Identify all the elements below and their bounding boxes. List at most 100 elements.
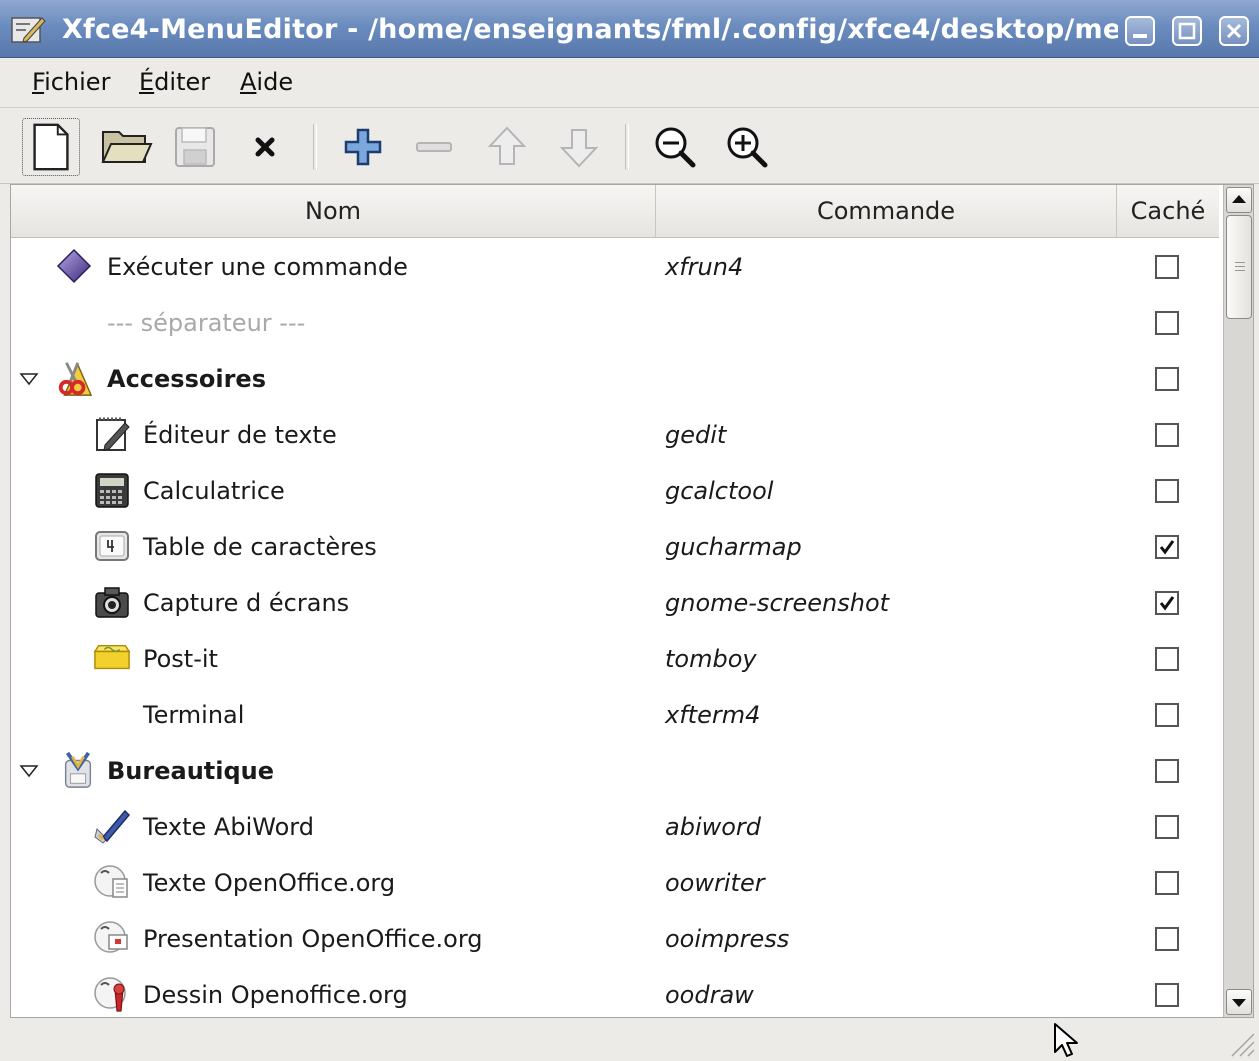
toolbar bbox=[0, 108, 1259, 184]
delete-icon bbox=[255, 137, 275, 157]
expander-triangle-icon[interactable] bbox=[19, 761, 39, 781]
hidden-checkbox[interactable] bbox=[1155, 983, 1179, 1007]
entry-name: Calculatrice bbox=[143, 477, 285, 505]
menu-help[interactable]: Aide bbox=[240, 68, 293, 96]
hidden-checkbox[interactable] bbox=[1155, 927, 1179, 951]
save-button[interactable] bbox=[166, 118, 224, 176]
hidden-checkbox[interactable] bbox=[1155, 815, 1179, 839]
remove-icon bbox=[416, 142, 452, 152]
title-bar[interactable]: Xfce4-MenuEditor - /home/enseignants/fml… bbox=[0, 0, 1259, 58]
entry-name: Texte OpenOffice.org bbox=[143, 869, 396, 897]
entry-command: oodraw bbox=[665, 981, 754, 1009]
office-icon bbox=[64, 751, 92, 788]
tree-row[interactable]: Texte OpenOffice.org oowriter bbox=[11, 855, 1219, 911]
tree-row[interactable]: Texte AbiWord abiword bbox=[11, 799, 1219, 855]
scrollbar-thumb[interactable] bbox=[1226, 215, 1252, 319]
scroll-down-button[interactable] bbox=[1226, 989, 1252, 1015]
hidden-checkbox[interactable] bbox=[1155, 311, 1179, 335]
thumb-grip bbox=[1235, 270, 1245, 271]
tree-row[interactable]: Presentation OpenOffice.org ooimpress bbox=[11, 911, 1219, 967]
tree-row[interactable]: Calculatrice gcalctool bbox=[11, 463, 1219, 519]
tree-rows: Exécuter une commande xfrun4 --- séparat… bbox=[11, 239, 1219, 1017]
text-editor-icon bbox=[96, 417, 130, 451]
new-document-icon bbox=[33, 123, 69, 171]
tree-row[interactable]: Exécuter une commande xfrun4 bbox=[11, 239, 1219, 295]
delete-button[interactable] bbox=[236, 118, 294, 176]
hidden-checkbox[interactable] bbox=[1155, 367, 1179, 391]
hidden-checkbox[interactable] bbox=[1155, 759, 1179, 783]
tree-row[interactable]: Dessin Openoffice.org oodraw bbox=[11, 967, 1219, 1017]
hidden-checkbox[interactable] bbox=[1155, 255, 1179, 279]
entry-name: Capture d écrans bbox=[143, 589, 350, 617]
move-down-button[interactable] bbox=[550, 118, 608, 176]
toolbar-separator bbox=[313, 124, 317, 170]
entry-name: Éditeur de texte bbox=[143, 421, 337, 449]
category-name: Bureautique bbox=[107, 757, 275, 785]
entry-name: Presentation OpenOffice.org bbox=[143, 925, 483, 953]
move-up-icon bbox=[487, 126, 527, 165]
tree-row[interactable]: Capture d écrans gnome-screenshot bbox=[11, 575, 1219, 631]
tree-row[interactable]: Bureautique bbox=[11, 743, 1219, 799]
tree-row[interactable]: --- séparateur --- bbox=[11, 295, 1219, 351]
run-command-icon bbox=[56, 248, 92, 284]
oowriter-icon bbox=[94, 865, 128, 898]
entry-name: Post-it bbox=[143, 645, 218, 673]
sticky-note-icon bbox=[93, 644, 131, 670]
hidden-checkbox[interactable] bbox=[1155, 647, 1179, 671]
column-header-hidden[interactable]: Caché bbox=[1117, 185, 1219, 237]
thumb-grip bbox=[1235, 262, 1245, 263]
vertical-scrollbar[interactable] bbox=[1223, 185, 1253, 1017]
menu-file[interactable]: Fichier bbox=[32, 68, 110, 96]
scroll-up-button[interactable] bbox=[1226, 187, 1252, 213]
checkmark-icon bbox=[1159, 540, 1175, 555]
zoom-in-button[interactable] bbox=[718, 118, 776, 176]
menu-editor-app-icon[interactable] bbox=[10, 12, 46, 46]
entry-command: xfterm4 bbox=[665, 701, 761, 729]
maximize-button[interactable] bbox=[1172, 16, 1202, 46]
add-button[interactable] bbox=[334, 118, 392, 176]
open-button[interactable] bbox=[97, 118, 155, 176]
hidden-checkbox-checked[interactable] bbox=[1155, 535, 1179, 559]
new-button[interactable] bbox=[22, 118, 80, 176]
zoom-out-button[interactable] bbox=[646, 118, 704, 176]
column-header-command[interactable]: Commande bbox=[656, 185, 1117, 237]
hidden-checkbox[interactable] bbox=[1155, 703, 1179, 727]
entry-command: oowriter bbox=[665, 869, 765, 897]
tree-row[interactable]: Post-it tomboy bbox=[11, 631, 1219, 687]
thumb-grip bbox=[1235, 266, 1245, 267]
tree-row[interactable]: Table de caractères gucharmap bbox=[11, 519, 1219, 575]
column-header-name[interactable]: Nom bbox=[11, 185, 656, 237]
resize-grip-icon[interactable] bbox=[1226, 1028, 1256, 1058]
hidden-checkbox[interactable] bbox=[1155, 423, 1179, 447]
move-down-icon bbox=[559, 129, 599, 168]
hidden-checkbox[interactable] bbox=[1155, 871, 1179, 895]
hidden-checkbox[interactable] bbox=[1155, 479, 1179, 503]
tree-row[interactable]: Accessoires bbox=[11, 351, 1219, 407]
mouse-pointer-icon bbox=[1054, 1023, 1078, 1057]
entry-command: gcalctool bbox=[665, 477, 774, 505]
menu-help-mnemonic: A bbox=[240, 68, 257, 96]
menu-bar: Fichier Éditer Aide bbox=[0, 58, 1259, 108]
zoom-in-icon bbox=[727, 127, 768, 168]
entry-command: tomboy bbox=[665, 645, 757, 673]
menu-edit-mnemonic: É bbox=[139, 68, 155, 96]
move-up-button[interactable] bbox=[478, 118, 536, 176]
entry-command: gedit bbox=[665, 421, 727, 449]
tree-row[interactable]: Éditeur de texte gedit bbox=[11, 407, 1219, 463]
entry-name: Texte AbiWord bbox=[143, 813, 314, 841]
tree-row[interactable]: Terminal xfterm4 bbox=[11, 687, 1219, 743]
column-header-row: Nom Commande Caché bbox=[11, 185, 1219, 238]
menu-edit[interactable]: Éditer bbox=[139, 68, 210, 96]
close-button[interactable] bbox=[1219, 16, 1249, 46]
hidden-checkbox-checked[interactable] bbox=[1155, 591, 1179, 615]
entry-command: gnome-screenshot bbox=[665, 589, 890, 617]
remove-button[interactable] bbox=[405, 118, 463, 176]
entry-command: abiword bbox=[665, 813, 762, 841]
minimize-button[interactable] bbox=[1125, 16, 1155, 46]
zoom-out-icon bbox=[655, 127, 696, 168]
menu-file-label: ichier bbox=[44, 68, 111, 96]
menu-tree-view[interactable]: Nom Commande Caché Exécuter une commande… bbox=[10, 184, 1254, 1018]
save-icon bbox=[175, 127, 215, 167]
abiword-icon bbox=[94, 809, 131, 844]
expander-triangle-icon[interactable] bbox=[19, 369, 39, 389]
